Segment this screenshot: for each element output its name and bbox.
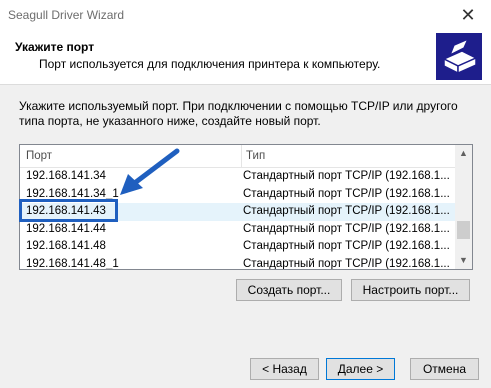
configure-port-button[interactable]: Настроить порт...	[351, 279, 470, 301]
annotation-arrow-icon	[120, 148, 180, 195]
create-port-button[interactable]: Создать порт...	[236, 279, 342, 301]
back-button[interactable]: < Назад	[250, 358, 319, 380]
cancel-button[interactable]: Отмена	[410, 358, 479, 380]
next-button[interactable]: Далее >	[326, 358, 395, 380]
